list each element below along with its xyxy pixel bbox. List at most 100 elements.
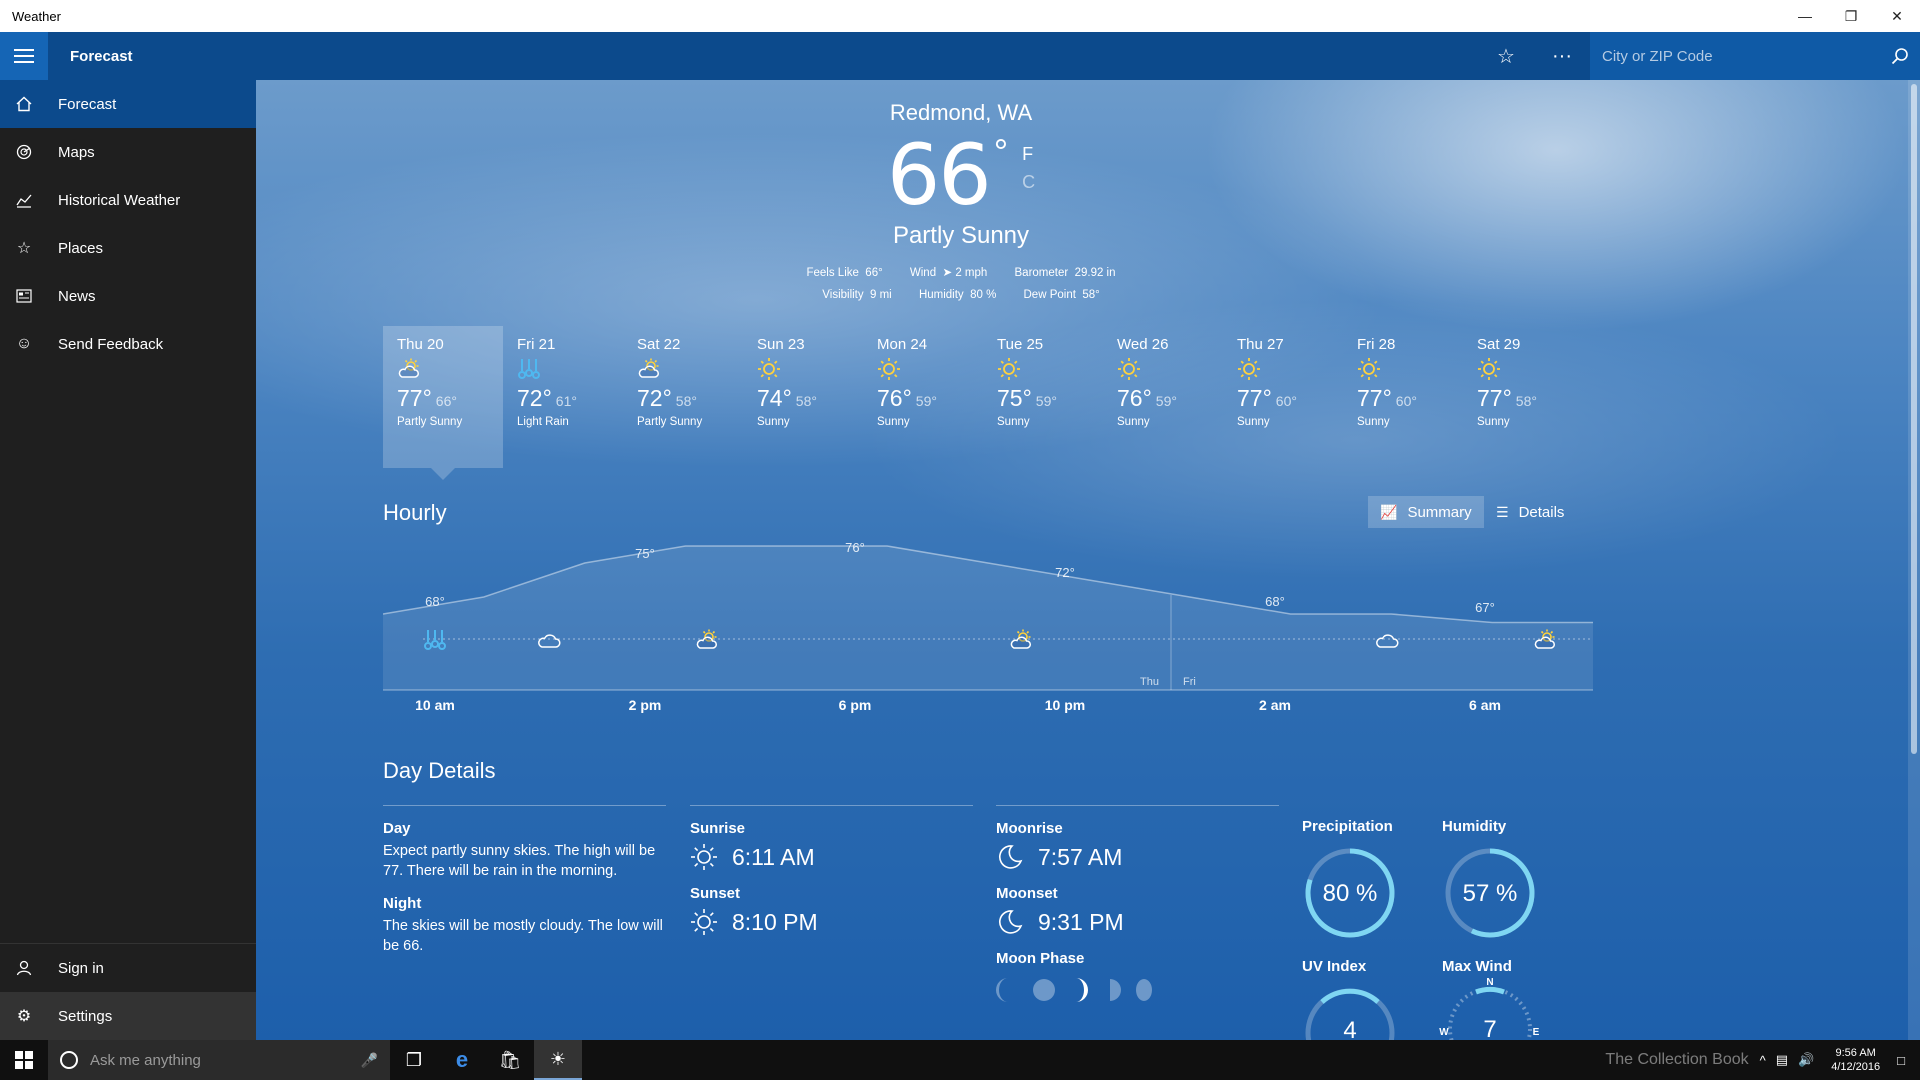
details-toggle[interactable]: ☰ Details [1484,496,1576,528]
sidebar-item-historical-weather[interactable]: Historical Weather [0,176,256,224]
visibility: Visibility 9 mi [822,289,892,301]
sidebar-item-maps[interactable]: Maps [0,128,256,176]
minimize-button[interactable]: — [1782,0,1828,32]
daily-forecast-day[interactable]: Thu 20 77° 66° Partly Sunny [383,326,503,480]
day-condition: Sunny [1237,416,1270,428]
main-content: Redmond, WA 66 ° F C Partly Sunny Feels … [256,80,1920,1040]
day-label: Day [383,820,411,837]
favorite-button[interactable]: ☆ [1478,32,1534,80]
precipitation-label: Precipitation [1302,818,1393,835]
unit-celsius[interactable]: C [1022,168,1035,196]
sidebar-item-settings[interactable]: ⚙ Settings [0,992,256,1040]
partly-sunny-icon [637,353,729,385]
daily-forecast-day[interactable]: Sat 22 72° 58° Partly Sunny [623,326,743,468]
sidebar-item-send-feedback[interactable]: ☺ Send Feedback [0,320,256,368]
moonrise-icon [998,845,1023,869]
sidebar-item-label: News [58,287,96,305]
search-box [1590,32,1920,80]
scrollbar-thumb[interactable] [1911,84,1917,754]
sunny-icon [757,353,849,385]
daily-forecast-day[interactable]: Sat 29 77° 58° Sunny [1463,326,1583,468]
hourly-temp-label: 75° [635,546,655,561]
microphone-icon[interactable]: 🎤 [361,1052,378,1069]
sun-column: Sunrise 6:11 AM Sunset 8:10 PM [690,805,973,950]
clock-time: 9:56 AM [1835,1047,1876,1059]
unit-fahrenheit[interactable]: F [1022,140,1035,168]
sidebar-item-label: Settings [58,1007,113,1025]
sidebar-item-news[interactable]: News [0,272,256,320]
day-name: Tue 25 [997,336,1044,353]
sidebar-item-forecast[interactable]: Forecast [0,80,256,128]
max-wind-value: 7 [1483,1016,1496,1040]
hourly-temp-label: 68° [1265,594,1285,609]
search-button[interactable] [1880,47,1920,65]
daily-forecast-day[interactable]: Mon 24 76° 59° Sunny [863,326,983,468]
daily-forecast-day[interactable]: Wed 26 76° 59° Sunny [1103,326,1223,468]
precipitation-gauge: 80 % [1305,848,1395,938]
day-condition: Sunny [997,416,1030,428]
task-view-icon: ❐ [405,1049,423,1070]
moonset-time: 9:31 PM [1038,908,1124,935]
moonset-icon [998,910,1023,934]
restore-button[interactable]: ❐ [1828,0,1874,32]
search-input[interactable] [1602,47,1880,65]
daily-forecast-day[interactable]: Sun 23 74° 58° Sunny [743,326,863,468]
day-high-temp: 72° [637,385,672,411]
scrollbar[interactable] [1908,80,1920,1040]
sidebar-item-sign-in[interactable]: Sign in [0,944,256,992]
taskbar-store[interactable]: 🛍 [486,1040,534,1080]
home-icon [0,96,48,112]
action-center-icon[interactable]: □ [1897,1053,1905,1068]
cortana-search-box[interactable]: Ask me anything 🎤 [48,1040,390,1080]
day-details-title: Day Details [383,758,496,783]
daily-forecast-day[interactable]: Thu 27 77° 60° Sunny [1223,326,1343,468]
taskbar-edge[interactable]: e [438,1040,486,1080]
day-name: Fri 21 [517,336,556,353]
line-chart-icon: 📈 [1380,503,1398,520]
day-low-temp: 58° [795,393,817,409]
day-condition: Sunny [1477,416,1510,428]
system-tray: The Collection Book ^ ▤ 🔊 9:56 AM 4/12/2… [1605,1040,1920,1080]
close-button[interactable]: ✕ [1874,0,1920,32]
sidebar-bottom: Sign in ⚙ Settings [0,943,256,1040]
daily-forecast-day[interactable]: Tue 25 75° 59° Sunny [983,326,1103,468]
day-name: Sat 22 [637,336,681,353]
partly-sunny-icon [397,353,489,385]
daily-forecast-day[interactable]: Fri 28 77° 60° Sunny [1343,326,1463,468]
sunny-icon [1357,353,1449,385]
uv-index-label: UV Index [1302,958,1367,975]
sidebar-item-places[interactable]: ☆ Places [0,224,256,272]
day-text: Expect partly sunny skies. The high will… [383,843,656,879]
ellipsis-icon: ··· [1552,44,1572,67]
volume-icon[interactable]: 🔊 [1798,1052,1814,1068]
dew-point: Dew Point 58° [1023,289,1100,301]
summary-toggle[interactable]: 📈 Summary [1368,496,1484,528]
daily-forecast-day[interactable]: Fri 21 72° 61° Light Rain [503,326,623,468]
current-condition: Partly Sunny [892,222,1030,249]
sunrise-time: 6:11 AM [732,843,815,870]
uv-index-value: 4 [1343,1017,1356,1040]
taskbar-weather[interactable]: ☀ [534,1040,582,1080]
humidity-value: 57 % [1463,880,1518,907]
moon-phase-strip [996,978,1152,1002]
day-high-temp: 72° [517,385,552,411]
rain-icon [517,353,609,385]
clock[interactable]: 9:56 AM 4/12/2016 [1831,1046,1880,1074]
start-button[interactable] [0,1040,48,1080]
moon-phase-waning-crescent-icon [996,978,1008,1002]
task-view-button[interactable]: ❐ [390,1040,438,1080]
day-divider-label: Thu [1140,676,1159,688]
current-metrics: Feels Like 66° Wind ➤ 2 mph Barometer 29… [256,262,1666,306]
cortana-icon [60,1051,78,1069]
sunset-label: Sunset [690,885,741,902]
current-temperature: 66 [886,126,992,224]
hamburger-menu-button[interactable] [0,32,48,80]
chevron-up-icon[interactable]: ^ [1760,1053,1766,1068]
network-icon[interactable]: ▤ [1776,1052,1788,1068]
more-button[interactable]: ··· [1534,32,1590,80]
hourly-temp-label: 67° [1475,600,1495,615]
hourly-title: Hourly [383,500,447,525]
sidebar-item-label: Send Feedback [58,335,164,353]
day-low-temp: 58° [1515,393,1537,409]
sunrise-icon [691,844,717,870]
